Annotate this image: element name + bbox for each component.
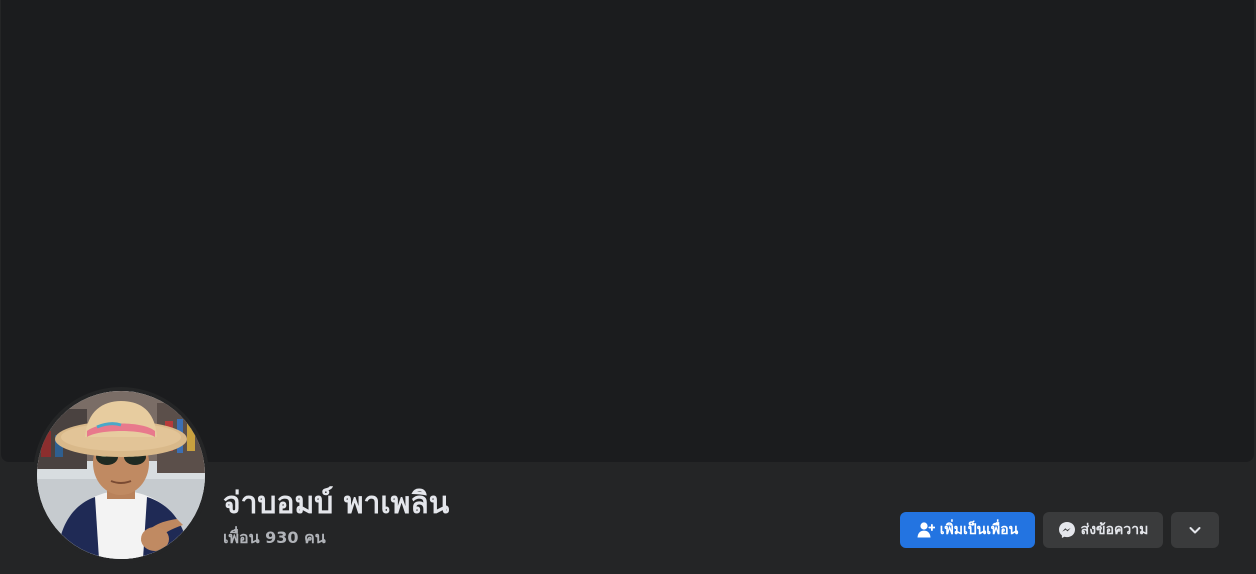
add-friend-label: เพิ่มเป็นเพื่อน [939,522,1019,538]
send-message-button[interactable]: ส่งข้อความ [1043,512,1163,548]
more-options-button[interactable] [1171,512,1219,548]
profile-picture[interactable] [37,391,205,559]
add-friend-icon [917,521,935,539]
add-friend-button[interactable]: เพิ่มเป็นเพื่อน [900,512,1035,548]
profile-name: จ่าบอมบ์ พาเพลิน [223,486,450,521]
send-message-label: ส่งข้อความ [1080,522,1149,538]
chevron-down-icon [1186,521,1204,539]
friends-count[interactable]: เพื่อน 930 คน [223,527,326,549]
profile-photo-illustration [37,391,205,559]
cover-photo[interactable] [1,0,1254,462]
profile-picture-frame [33,387,209,563]
messenger-icon [1058,521,1076,539]
profile-header: จ่าบอมบ์ พาเพลิน เพื่อน 930 คน เพิ่มเป็น… [0,0,1256,574]
